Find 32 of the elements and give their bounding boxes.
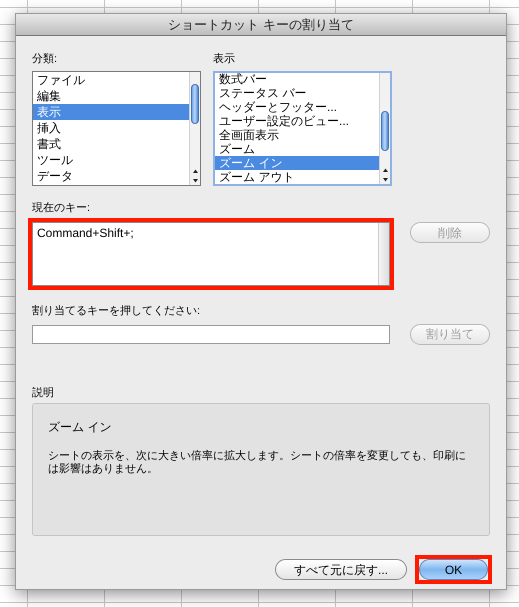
input-field[interactable] bbox=[32, 324, 390, 344]
group-label: 説明 bbox=[32, 386, 55, 400]
list-item[interactable]: 数式バー bbox=[215, 72, 379, 86]
list-item[interactable]: ツール bbox=[33, 152, 189, 168]
field-label: 割り当てるキーを押してください: bbox=[32, 304, 202, 319]
list-item[interactable]: ズーム bbox=[215, 142, 379, 156]
description-title: ズーム イン bbox=[48, 419, 112, 436]
list-label: 分類: bbox=[32, 52, 58, 67]
list-item[interactable]: ズーム イン bbox=[215, 156, 379, 170]
list-item[interactable]: ユーザー設定のビュー... bbox=[215, 114, 379, 128]
description-text: シートの表示を、次に大きい倍率に拡大します。シートの倍率を変更しても、印刷には影響はありません。 bbox=[48, 450, 467, 476]
list-item[interactable]: 書式 bbox=[33, 136, 189, 152]
list-item[interactable]: ズーム アウト bbox=[215, 170, 379, 184]
scrollbar[interactable] bbox=[379, 72, 390, 184]
current-keys-list[interactable]: Command+Shift+; bbox=[32, 222, 390, 286]
ok-button[interactable]: OK bbox=[419, 559, 488, 580]
list-item[interactable]: 表示 bbox=[33, 104, 189, 120]
list-item[interactable]: ステータス バー bbox=[215, 86, 379, 100]
list-item[interactable]: ヘッダーとフッター... bbox=[215, 100, 379, 114]
dialog-button[interactable]: すべて元に戻す... bbox=[275, 559, 407, 580]
list-item[interactable]: データ bbox=[33, 168, 189, 184]
scrollbar[interactable] bbox=[189, 72, 200, 184]
list-item[interactable]: 挿入 bbox=[33, 120, 189, 136]
list-item[interactable]: 全画面表示 bbox=[215, 128, 379, 142]
key-combination: Command+Shift+; bbox=[37, 226, 134, 240]
list-item[interactable]: ファイル bbox=[33, 72, 189, 88]
scroll-thumb[interactable] bbox=[191, 84, 199, 124]
field-label: 現在のキー: bbox=[32, 200, 92, 216]
window-title: ショートカット キーの割り当て bbox=[168, 16, 354, 34]
scroll-thumb[interactable] bbox=[381, 110, 389, 150]
list-item[interactable]: 編集 bbox=[33, 88, 189, 104]
list-label: 表示 bbox=[213, 52, 236, 67]
